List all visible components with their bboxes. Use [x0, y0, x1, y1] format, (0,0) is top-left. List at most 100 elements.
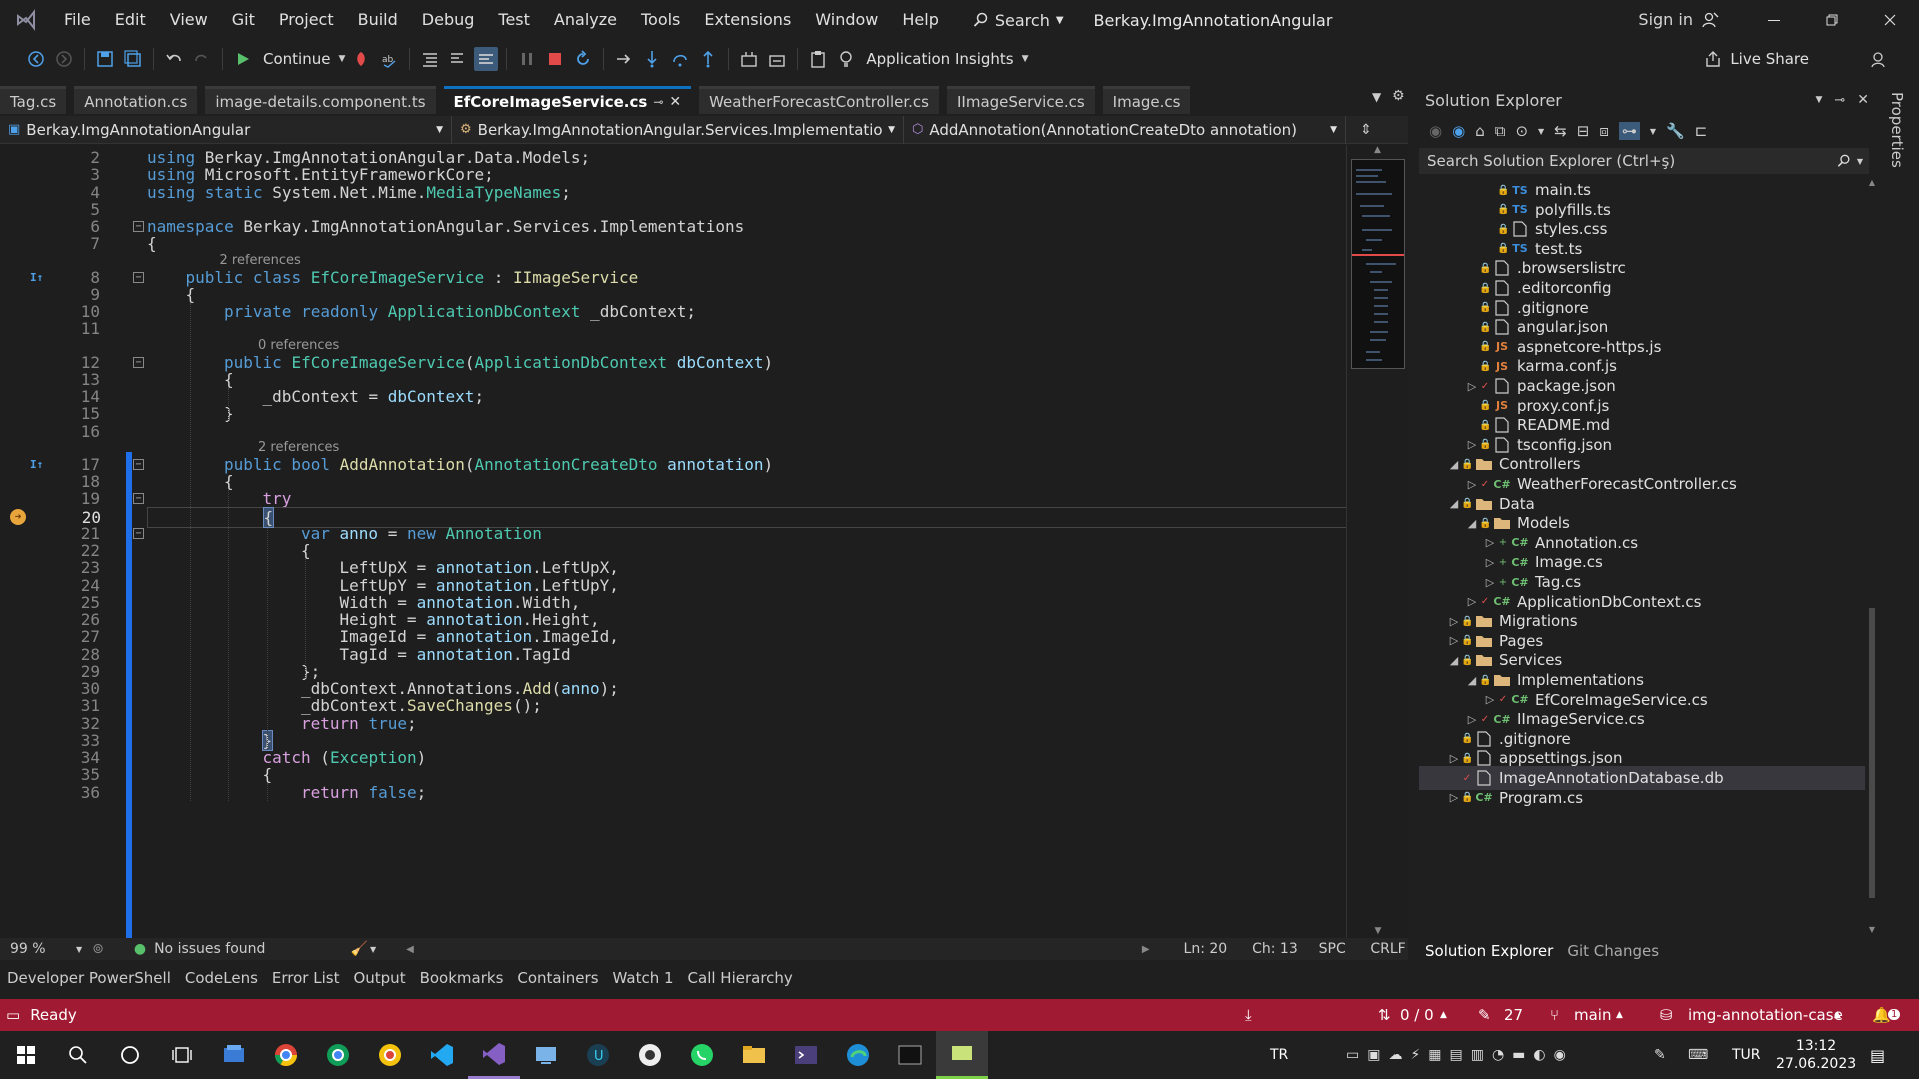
chevron-up-icon[interactable]: ▲ [1616, 1010, 1623, 1020]
live-share-button[interactable]: Live Share [1704, 40, 1809, 78]
properties-wrench-icon[interactable]: 🔧 [1666, 122, 1685, 140]
collapsed-arrow-icon[interactable]: ▷ [1465, 438, 1479, 451]
pending-changes-count[interactable]: 27 [1504, 1006, 1523, 1024]
spacing-indicator[interactable]: SPC [1319, 941, 1357, 957]
collapsed-arrow-icon[interactable]: ▷ [1465, 380, 1479, 393]
collapsed-arrow-icon[interactable]: ▷ [1483, 576, 1497, 589]
sign-in-button[interactable]: Sign in [1638, 0, 1719, 40]
settings-gear-icon[interactable]: ⚙ [1392, 88, 1405, 104]
spell-check-icon[interactable]: ab [377, 47, 401, 71]
codelens-references[interactable]: 2 references [220, 253, 301, 268]
expanded-arrow-icon[interactable]: ◢ [1447, 497, 1461, 510]
code-line[interactable]: 16 [0, 422, 1346, 443]
expanded-arrow-icon[interactable]: ◢ [1465, 674, 1479, 687]
format-icon[interactable] [418, 47, 442, 71]
eol-indicator[interactable]: CRLF [1370, 941, 1408, 957]
chevron-down-icon[interactable]: ▼ [370, 945, 376, 954]
task-view-icon[interactable] [156, 1031, 208, 1079]
pending-changes-filter-icon[interactable]: ⊙ [1515, 122, 1528, 140]
tab-image-details-component-ts[interactable]: image-details.component.ts [205, 86, 436, 114]
scroll-down-icon[interactable]: ▼ [1347, 926, 1409, 936]
expanded-arrow-icon[interactable]: ◢ [1447, 654, 1461, 667]
scroll-up-icon[interactable]: ▲ [1867, 178, 1877, 187]
scroll-up-icon[interactable]: ▲ [1347, 145, 1408, 159]
breakpoint-group-icon[interactable] [737, 47, 761, 71]
action-center-icon[interactable]: ▤ [1870, 1046, 1885, 1065]
app-insights-icon[interactable] [834, 47, 858, 71]
redo-icon[interactable] [190, 47, 214, 71]
whatsapp-icon[interactable] [676, 1031, 728, 1079]
close-window-button[interactable] [1861, 0, 1919, 40]
solution-tree[interactable]: 🔒 TS main.ts 🔒 TS polyfills.ts 🔒 styles.css 🔒 TS t… [1419, 178, 1865, 934]
collapsed-arrow-icon[interactable]: ▷ [1447, 634, 1461, 647]
chevron-down-icon[interactable]: ▼ [1650, 127, 1656, 136]
chevron-down-icon[interactable]: ▼ [1022, 54, 1029, 64]
active-app-icon[interactable] [936, 1031, 988, 1079]
tab-bookmarks[interactable]: Bookmarks [413, 969, 511, 987]
feedback-icon[interactable] [1867, 47, 1891, 71]
code-minimap[interactable] [1351, 159, 1405, 369]
scroll-down-icon[interactable]: ▼ [1867, 925, 1877, 934]
chevron-up-icon[interactable]: ▲ [1834, 1010, 1841, 1020]
scroll-thumb[interactable] [1869, 608, 1875, 898]
collapsed-arrow-icon[interactable]: ▷ [1465, 595, 1479, 608]
keyboard-icon[interactable]: ⌨ [1688, 1047, 1708, 1063]
edge-icon[interactable] [832, 1031, 884, 1079]
chevron-down-icon[interactable]: ▼ [76, 945, 82, 954]
tab-containers[interactable]: Containers [510, 969, 605, 987]
menu-edit[interactable]: Edit [103, 0, 158, 40]
continue-play-icon[interactable] [231, 47, 255, 71]
vscode-icon[interactable] [416, 1031, 468, 1079]
pin-icon[interactable]: ⊸ [1834, 93, 1845, 108]
cortana-icon[interactable] [104, 1031, 156, 1079]
expanded-arrow-icon[interactable]: ◢ [1465, 517, 1479, 530]
code-line[interactable]: 7{ [0, 234, 1346, 255]
chevron-down-icon[interactable]: ▼ [338, 54, 345, 64]
tab-efcoreimageservice-cs[interactable]: EfCoreImageService.cs ⊸ ✕ [443, 86, 692, 114]
menu-tools[interactable]: Tools [629, 0, 692, 40]
branch-name[interactable]: main [1574, 1006, 1611, 1024]
tab-solution-explorer[interactable]: Solution Explorer [1425, 942, 1553, 960]
repo-name[interactable]: img-annotation-case [1688, 1006, 1843, 1024]
step-into-icon[interactable] [640, 47, 664, 71]
save-all-icon[interactable] [121, 47, 145, 71]
tab-weatherforecastcontroller-cs[interactable]: WeatherForecastController.cs [699, 86, 939, 114]
tab-iimageservice-cs[interactable]: IImageService.cs [946, 86, 1095, 114]
filter-icon[interactable]: ⊶ [1618, 122, 1640, 140]
collapsed-arrow-icon[interactable]: ▷ [1465, 478, 1479, 491]
collapsed-arrow-icon[interactable]: ▷ [1483, 693, 1497, 706]
file-explorer-icon[interactable] [728, 1031, 780, 1079]
menu-window[interactable]: Window [803, 0, 890, 40]
back-icon[interactable]: ◉ [1429, 122, 1442, 140]
scroll-left-icon[interactable]: ◀ [406, 944, 414, 955]
tab-annotation-cs[interactable]: Annotation.cs [74, 86, 198, 114]
show-next-icon[interactable] [612, 47, 636, 71]
pin-icon[interactable]: ⊸ [653, 95, 663, 109]
code-line[interactable]: 11 [0, 319, 1346, 340]
restart-icon[interactable] [571, 47, 595, 71]
split-editor-icon[interactable]: ⇕ [1346, 122, 1386, 138]
menu-help[interactable]: Help [890, 0, 950, 40]
pen-icon[interactable]: ✎ [1654, 1047, 1666, 1063]
clipboard-icon[interactable] [806, 47, 830, 71]
minimize-button[interactable] [1745, 0, 1803, 40]
tab-image-cs[interactable]: Image.cs [1102, 86, 1191, 114]
menu-file[interactable]: File [52, 0, 103, 40]
publish-icon[interactable]: ⤓ [1245, 1006, 1252, 1024]
tab-tag-cs[interactable]: Tag.cs [0, 86, 67, 114]
chrome-alt-icon[interactable] [364, 1031, 416, 1079]
save-icon[interactable] [93, 47, 117, 71]
stop-icon[interactable] [543, 47, 567, 71]
column-indicator[interactable]: Ch: 13 [1252, 941, 1309, 957]
line-indicator[interactable]: Ln: 20 [1184, 941, 1241, 957]
collapsed-arrow-icon[interactable]: ▷ [1447, 615, 1461, 628]
editor-scrollbar[interactable]: ▲ ▼ [1346, 145, 1408, 938]
implementation-glyph-icon[interactable]: I↑ [30, 271, 50, 284]
git-updown-count[interactable]: 0 / 0 [1400, 1006, 1434, 1024]
chevron-down-icon[interactable]: ▼ [1538, 127, 1544, 136]
code-editor[interactable]: 2 using Berkay.ImgAnnotationAngular.Data.… [0, 145, 1346, 938]
close-tab-icon[interactable]: ✕ [669, 94, 681, 110]
comment-icon[interactable] [446, 47, 470, 71]
tab-git-changes[interactable]: Git Changes [1567, 942, 1659, 960]
pause-icon[interactable] [515, 47, 539, 71]
